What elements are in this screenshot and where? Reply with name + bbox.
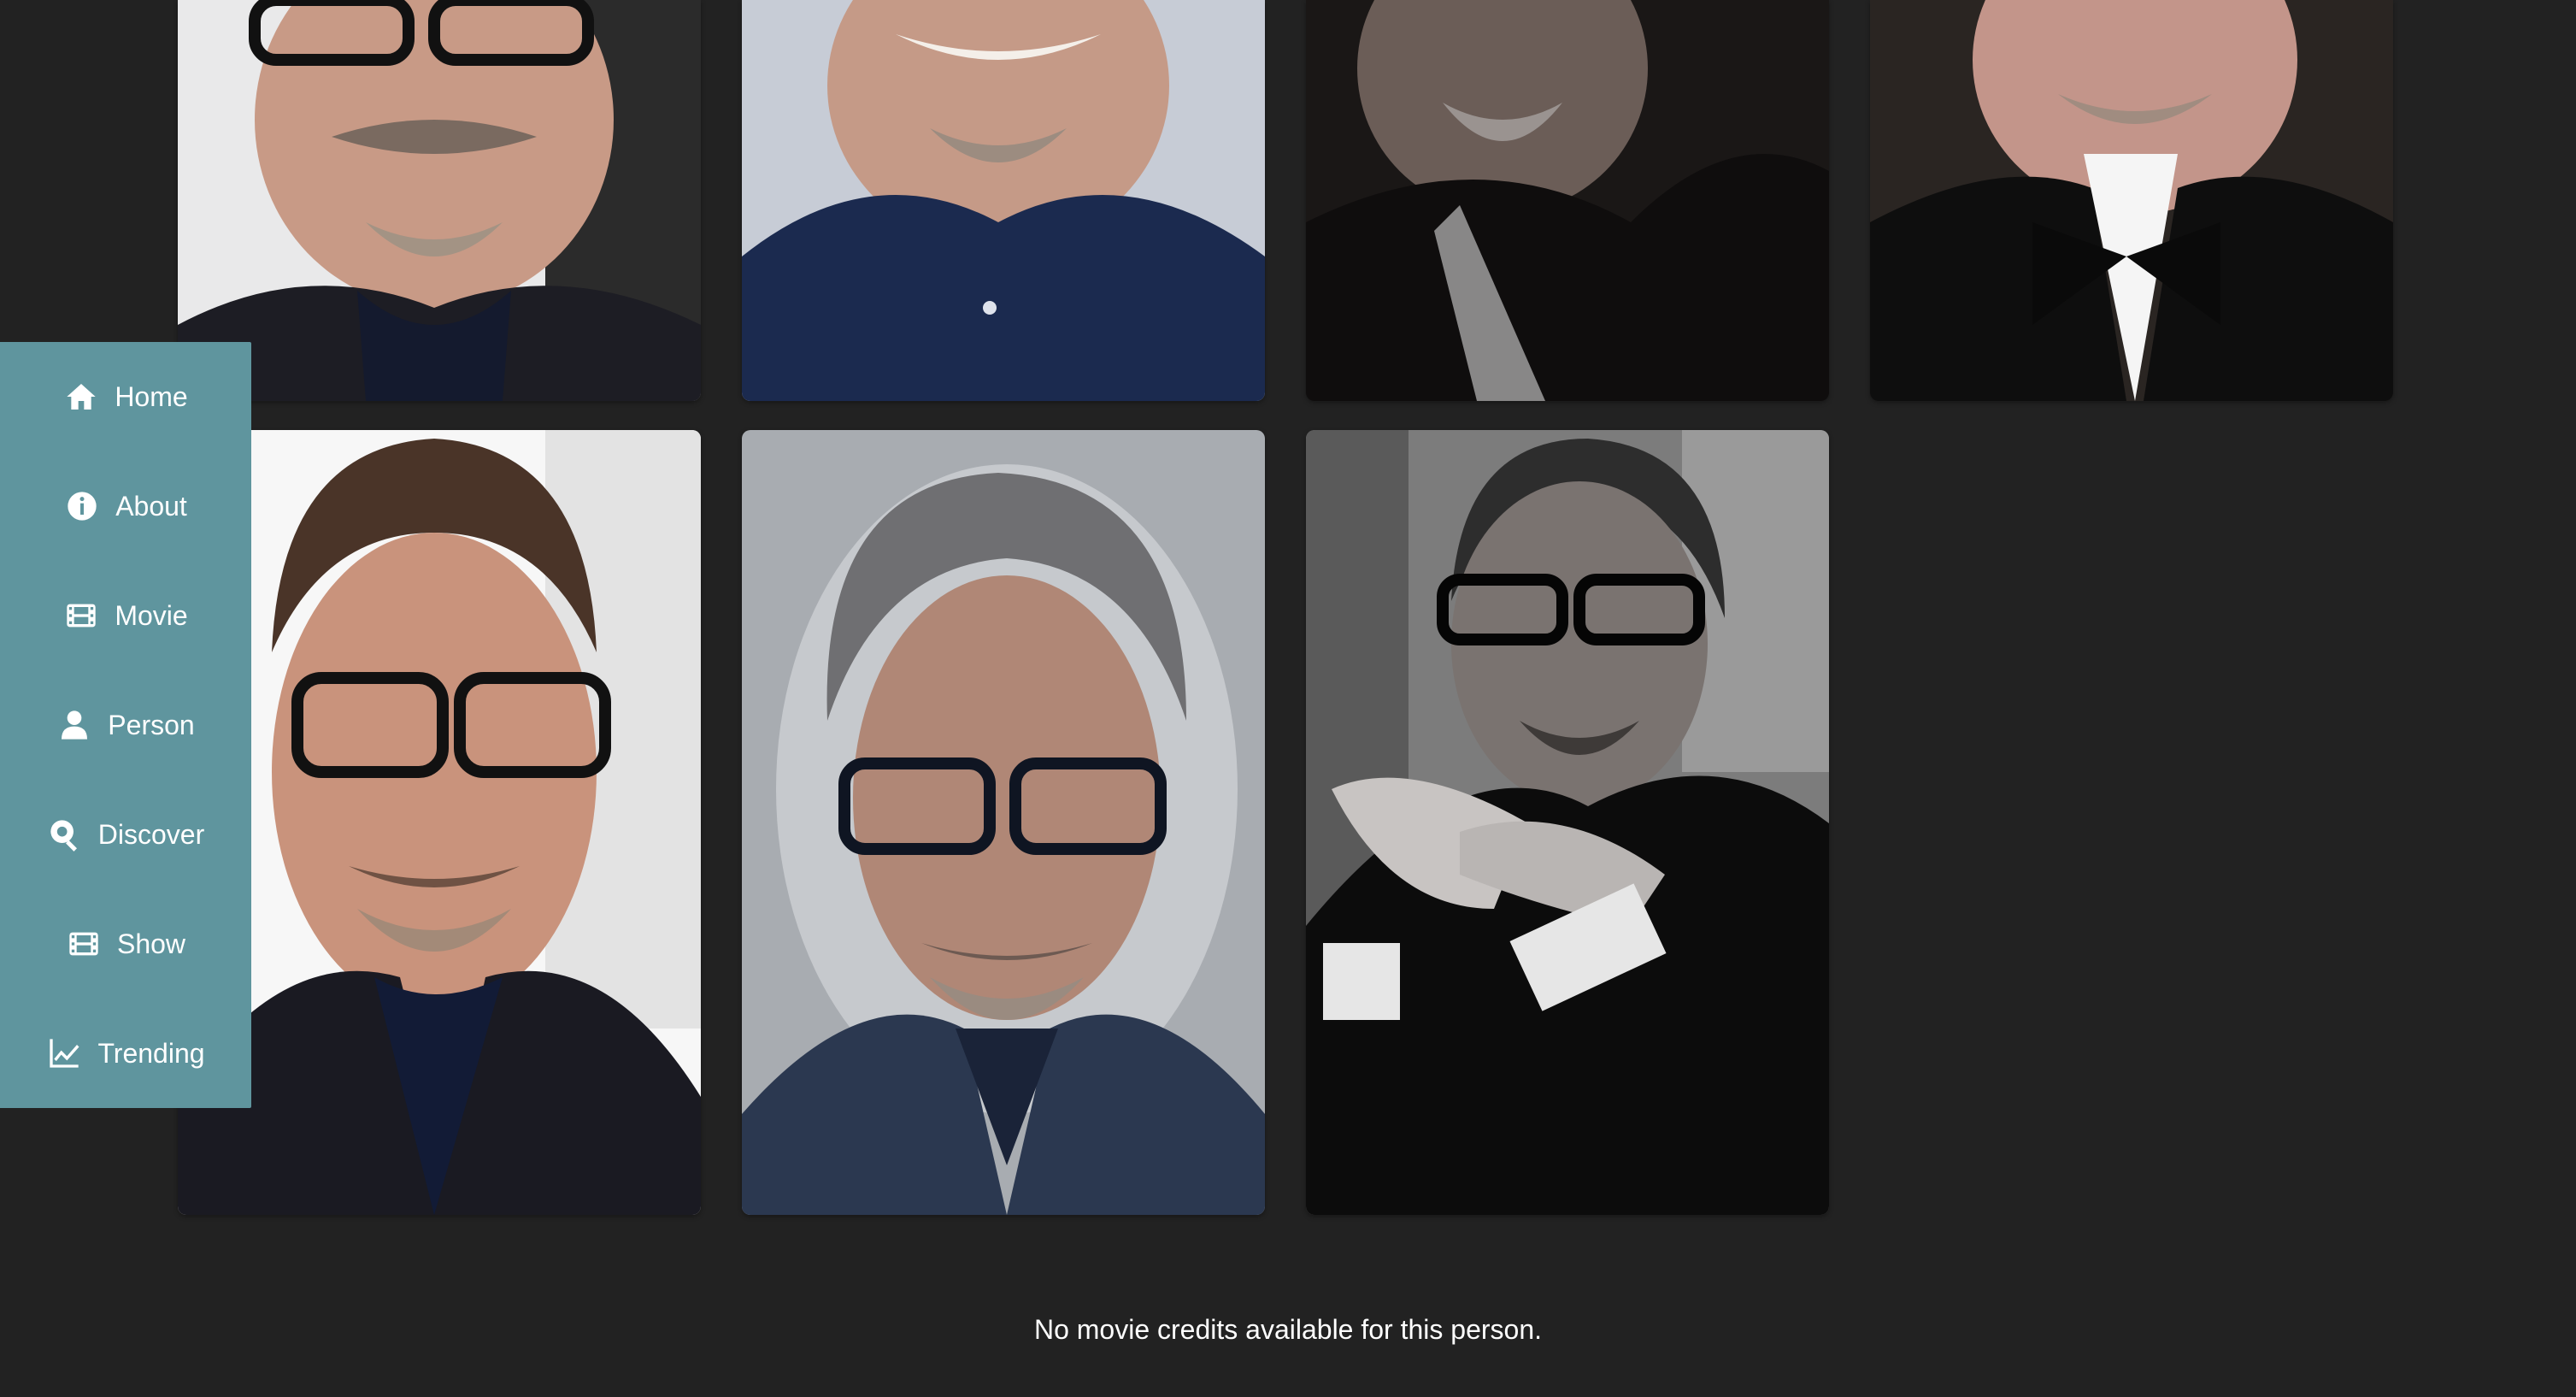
empty-credits-message: No movie credits available for this pers… bbox=[1033, 1314, 1543, 1345]
person-photo[interactable] bbox=[742, 0, 1265, 401]
sidebar-item-home[interactable]: Home bbox=[0, 342, 251, 451]
film-icon bbox=[66, 926, 102, 962]
person-icon bbox=[56, 707, 92, 743]
person-photo[interactable] bbox=[1306, 430, 1829, 1215]
sidebar-item-show[interactable]: Show bbox=[0, 889, 251, 999]
person-photo[interactable] bbox=[178, 0, 701, 401]
person-photo[interactable] bbox=[1306, 0, 1829, 401]
chart-line-icon bbox=[46, 1035, 82, 1071]
person-page: Home About Movie Person Discover Show Tr… bbox=[0, 0, 2576, 1397]
person-photo[interactable] bbox=[178, 430, 701, 1215]
film-icon bbox=[63, 598, 99, 634]
sidebar-item-label: Movie bbox=[115, 599, 188, 631]
home-icon bbox=[63, 379, 99, 415]
sidebar-nav: Home About Movie Person Discover Show Tr… bbox=[0, 342, 251, 1108]
sidebar-item-label: Person bbox=[108, 709, 195, 740]
sidebar-item-about[interactable]: About bbox=[0, 451, 251, 561]
sidebar-item-trending[interactable]: Trending bbox=[0, 999, 251, 1108]
info-icon bbox=[64, 488, 100, 524]
sidebar-item-person[interactable]: Person bbox=[0, 670, 251, 780]
sidebar-item-label: Show bbox=[116, 928, 186, 959]
search-icon bbox=[47, 816, 83, 852]
person-photo[interactable] bbox=[1870, 0, 2393, 401]
sidebar-item-label: About bbox=[115, 490, 187, 522]
sidebar-item-label: Discover bbox=[97, 818, 205, 850]
sidebar-item-discover[interactable]: Discover bbox=[0, 780, 251, 889]
sidebar-item-movie[interactable]: Movie bbox=[0, 561, 251, 670]
sidebar-item-label: Home bbox=[115, 380, 188, 412]
sidebar-item-label: Trending bbox=[97, 1037, 205, 1069]
person-photo[interactable] bbox=[742, 430, 1265, 1215]
